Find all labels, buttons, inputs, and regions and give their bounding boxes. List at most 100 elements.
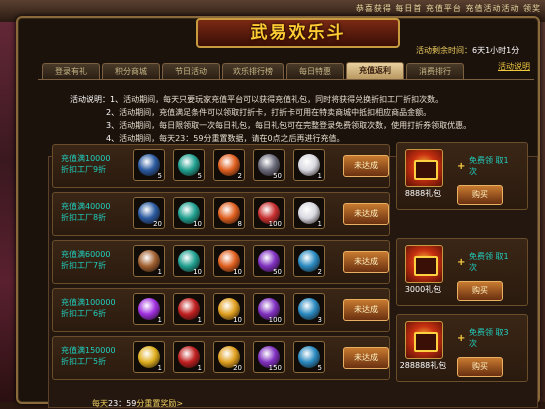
- item-count: 2: [237, 172, 242, 180]
- tab-fun-ranking[interactable]: 欢乐排行榜: [222, 63, 284, 79]
- gift-chest-panel: 3000礼包 + 免费领 取1次购买: [396, 238, 528, 306]
- reward-item-slot[interactable]: 20: [133, 197, 165, 229]
- tab-login-reward[interactable]: 登录有礼: [42, 63, 100, 79]
- reward-item-slot[interactable]: 50: [253, 149, 285, 181]
- item-count: 1: [157, 268, 162, 276]
- item-count: 100: [268, 316, 282, 324]
- row-threshold-label: 充值满100000 折扣工厂6折: [61, 298, 116, 318]
- window-title: 武易欢乐斗: [250, 23, 346, 43]
- reward-item-slot[interactable]: 10: [213, 293, 245, 325]
- gift-chest-panel: 8888礼包 + 免费领 取1次购买: [396, 142, 528, 210]
- footer-time: 23：59: [108, 399, 137, 408]
- claim-button[interactable]: 未达成: [343, 299, 389, 321]
- item-count: 5: [317, 364, 322, 372]
- item-count: 5: [157, 172, 162, 180]
- reward-row: 充值满60000 折扣工厂7折 1 10 10 50 2 未达成: [52, 240, 390, 284]
- plus-icon: +: [457, 161, 466, 172]
- reward-item-slot[interactable]: 50: [253, 245, 285, 277]
- description-label: 活动说明：: [70, 95, 110, 104]
- reward-item-slot[interactable]: 10: [173, 245, 205, 277]
- event-window: 武易欢乐斗 活动剩余时间：6天1小时1分 活动说明 登录有礼 积分商城 节日活动…: [16, 16, 540, 408]
- item-count: 50: [273, 172, 282, 180]
- treasure-chest-icon[interactable]: [405, 149, 443, 187]
- event-timer: 活动剩余时间：6天1小时1分: [416, 45, 519, 56]
- chest-caption: 288888礼包: [399, 361, 447, 370]
- reward-row: 充值满40000 折扣工厂8折 20 10 8 100 1 未达成: [52, 192, 390, 236]
- item-count: 3: [317, 316, 322, 324]
- chest-caption: 8888礼包: [404, 189, 442, 198]
- item-count: 10: [193, 220, 202, 228]
- treasure-chest-icon[interactable]: [405, 321, 443, 359]
- claim-button[interactable]: 未达成: [343, 251, 389, 273]
- item-count: 1: [197, 364, 202, 372]
- reward-item-slot[interactable]: 100: [253, 293, 285, 325]
- item-count: 8: [237, 220, 242, 228]
- buy-chest-button[interactable]: 购买: [457, 281, 503, 301]
- reward-item-slot[interactable]: 1: [293, 197, 325, 229]
- description-line: 2、活动期间，充值满足条件可以领取打折卡，打折卡可用在特卖商城中抵扣相应商品金额…: [106, 108, 432, 117]
- chest-lid: [414, 256, 438, 276]
- description-line: 活动说明：1、活动期间，每天只要玩家充值平台可以获得充值礼包，同时将获得兑换折扣…: [70, 95, 444, 104]
- timer-label: 活动剩余时间：: [416, 46, 472, 55]
- reward-item-slot[interactable]: 1: [173, 293, 205, 325]
- reward-item-slot[interactable]: 5: [173, 149, 205, 181]
- reward-item-slot[interactable]: 2: [293, 245, 325, 277]
- tab-spend-ranking[interactable]: 消费排行: [406, 63, 464, 79]
- description-line: 3、活动期间，每日限领取一次每日礼包，每日礼包可在完整登录免费领取次数，使用打折…: [106, 121, 472, 130]
- item-count: 10: [193, 268, 202, 276]
- reward-item-slot[interactable]: 20: [213, 341, 245, 373]
- reset-footer: 每天23：59分重置奖励>: [92, 398, 183, 409]
- event-description: 活动说明：1、活动期间，每天只要玩家充值平台可以获得充值礼包，同时将获得兑换折扣…: [70, 93, 490, 145]
- item-count: 20: [233, 364, 242, 372]
- chest-lid: [414, 160, 438, 180]
- reward-item-slot[interactable]: 5: [133, 149, 165, 181]
- claim-button[interactable]: 未达成: [343, 203, 389, 225]
- reward-item-slot[interactable]: 1: [173, 341, 205, 373]
- plus-icon: +: [457, 257, 466, 268]
- reward-item-slot[interactable]: 1: [133, 245, 165, 277]
- item-count: 100: [268, 220, 282, 228]
- tab-holiday-event[interactable]: 节日活动: [162, 63, 220, 79]
- reward-item-slot[interactable]: 100: [253, 197, 285, 229]
- item-count: 20: [153, 220, 162, 228]
- buy-chest-button[interactable]: 购买: [457, 185, 503, 205]
- plus-icon: +: [457, 333, 466, 344]
- reward-item-slot[interactable]: 1: [293, 149, 325, 181]
- top-bar-text: 恭喜获得 每日首 充值平台 充值活动活动 领奖: [355, 4, 541, 13]
- reward-row: 充值满10000 折扣工厂9折 5 5 2 50 1 未达成: [52, 144, 390, 188]
- claim-button[interactable]: 未达成: [343, 155, 389, 177]
- reward-item-slot[interactable]: 150: [253, 341, 285, 373]
- reward-item-slot[interactable]: 3: [293, 293, 325, 325]
- title-plaque: 武易欢乐斗: [196, 18, 400, 48]
- reward-row: 充值满100000 折扣工厂6折 1 1 10 100 3 未达成: [52, 288, 390, 332]
- reward-item-slot[interactable]: 2: [213, 149, 245, 181]
- item-count: 50: [273, 268, 282, 276]
- claim-button[interactable]: 未达成: [343, 347, 389, 369]
- item-count: 1: [157, 364, 162, 372]
- free-claim-text: 免费领 取3次: [469, 328, 509, 348]
- item-count: 150: [268, 364, 282, 372]
- chest-caption: 3000礼包: [404, 285, 442, 294]
- footer-label: 每天: [92, 399, 108, 408]
- reward-item-slot[interactable]: 1: [133, 341, 165, 373]
- row-threshold-label: 充值满40000 折扣工厂8折: [61, 202, 111, 222]
- reward-item-slot[interactable]: 5: [293, 341, 325, 373]
- reward-item-slot[interactable]: 10: [173, 197, 205, 229]
- reward-item-slot[interactable]: 1: [133, 293, 165, 325]
- tab-points-shop[interactable]: 积分商城: [102, 63, 160, 79]
- free-claim-text: 免费领 取1次: [469, 252, 509, 272]
- reward-item-slot[interactable]: 10: [213, 245, 245, 277]
- item-count: 1: [197, 316, 202, 324]
- row-threshold-label: 充值满60000 折扣工厂7折: [61, 250, 111, 270]
- item-count: 1: [317, 220, 322, 228]
- treasure-chest-icon[interactable]: [405, 245, 443, 283]
- event-info-link[interactable]: 活动说明: [498, 61, 530, 72]
- tab-recharge-rebate[interactable]: 充值返利: [346, 62, 404, 79]
- item-count: 1: [157, 316, 162, 324]
- tab-daily-deal[interactable]: 每日特惠: [286, 63, 344, 79]
- buy-chest-button[interactable]: 购买: [457, 357, 503, 377]
- item-count: 2: [317, 268, 322, 276]
- item-count: 10: [233, 268, 242, 276]
- free-claim-text: 免费领 取1次: [469, 156, 509, 176]
- reward-item-slot[interactable]: 8: [213, 197, 245, 229]
